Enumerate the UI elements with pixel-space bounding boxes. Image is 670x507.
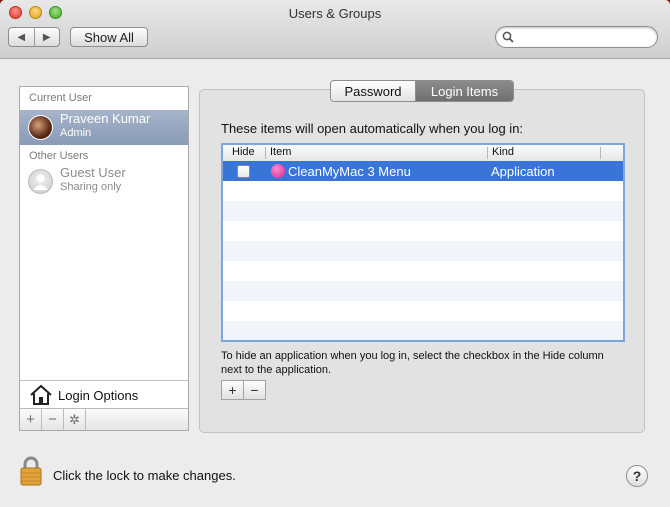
column-header-item[interactable]: Item	[270, 146, 291, 158]
window-title: Users & Groups	[288, 6, 382, 21]
empty-row	[223, 201, 623, 221]
plus-icon: +	[26, 411, 35, 428]
tab-bar: Password Login Items	[330, 80, 514, 102]
house-icon	[30, 384, 52, 405]
tab-password[interactable]: Password	[331, 81, 416, 101]
other-users-section-label: Other Users	[29, 150, 89, 162]
login-items-add-remove: + −	[221, 380, 266, 400]
column-divider	[600, 147, 601, 159]
empty-row	[223, 241, 623, 261]
column-header-hide[interactable]: Hide	[232, 146, 255, 158]
search-icon	[502, 31, 514, 43]
users-sidebar: Current User Praveen Kumar Admin Other U…	[19, 86, 189, 431]
show-all-button[interactable]: Show All	[70, 27, 148, 47]
minus-icon: −	[48, 411, 57, 428]
empty-row	[223, 321, 623, 340]
lock-message: Click the lock to make changes.	[53, 468, 236, 483]
users-groups-window: Users & Groups ◀ ▶ Show All Current User…	[0, 0, 670, 507]
search-field[interactable]	[495, 26, 658, 48]
title-bar: Users & Groups ◀ ▶ Show All	[0, 0, 670, 59]
sidebar-toolbar: + − ✲	[20, 408, 188, 430]
add-user-button[interactable]: +	[20, 409, 42, 430]
back-arrow-icon: ◀	[17, 31, 26, 43]
back-button[interactable]: ◀	[9, 28, 34, 46]
forward-button[interactable]: ▶	[33, 28, 60, 46]
column-divider	[265, 147, 266, 159]
login-items-intro: These items will open automatically when…	[221, 121, 524, 136]
empty-row	[223, 281, 623, 301]
lock-icon[interactable]	[19, 456, 43, 486]
user-name: Praveen Kumar	[60, 111, 151, 126]
guest-avatar-icon	[28, 169, 53, 194]
user-item-guest-user[interactable]: Guest User Sharing only	[20, 164, 188, 199]
back-forward-control: ◀ ▶	[8, 27, 60, 47]
guest-role: Sharing only	[60, 181, 122, 193]
column-header-kind[interactable]: Kind	[492, 146, 514, 158]
hide-checkbox[interactable]	[237, 165, 250, 178]
plus-icon: +	[228, 382, 237, 398]
search-input[interactable]	[518, 29, 652, 47]
current-user-section-label: Current User	[29, 92, 92, 104]
login-options-item[interactable]: Login Options	[20, 380, 188, 408]
user-item-praveen-kumar[interactable]: Praveen Kumar Admin	[20, 110, 188, 145]
user-avatar	[28, 115, 53, 140]
table-header: Hide Item Kind	[223, 145, 623, 162]
add-login-item-button[interactable]: +	[222, 381, 243, 399]
guest-name: Guest User	[60, 165, 126, 180]
hide-hint-text: To hide an application when you log in, …	[221, 350, 604, 376]
remove-user-button[interactable]: −	[42, 409, 64, 430]
login-items-table[interactable]: Hide Item Kind CleanMyMac 3 Menu Applica…	[221, 143, 625, 342]
cleanmymac-icon	[271, 164, 285, 178]
column-divider	[487, 147, 488, 159]
item-name: CleanMyMac 3 Menu	[288, 164, 411, 179]
user-role: Admin	[60, 127, 92, 139]
minus-icon: −	[250, 382, 259, 398]
action-menu-button[interactable]: ✲	[64, 409, 86, 430]
tab-login-items[interactable]: Login Items	[416, 81, 513, 101]
gear-icon: ✲	[69, 411, 80, 427]
login-options-label: Login Options	[58, 388, 139, 403]
item-kind: Application	[491, 164, 555, 179]
table-row[interactable]: CleanMyMac 3 Menu Application	[223, 161, 623, 181]
help-button[interactable]: ?	[626, 465, 648, 487]
help-icon: ?	[632, 468, 642, 484]
forward-arrow-icon: ▶	[42, 31, 51, 43]
remove-login-item-button[interactable]: −	[243, 381, 265, 399]
